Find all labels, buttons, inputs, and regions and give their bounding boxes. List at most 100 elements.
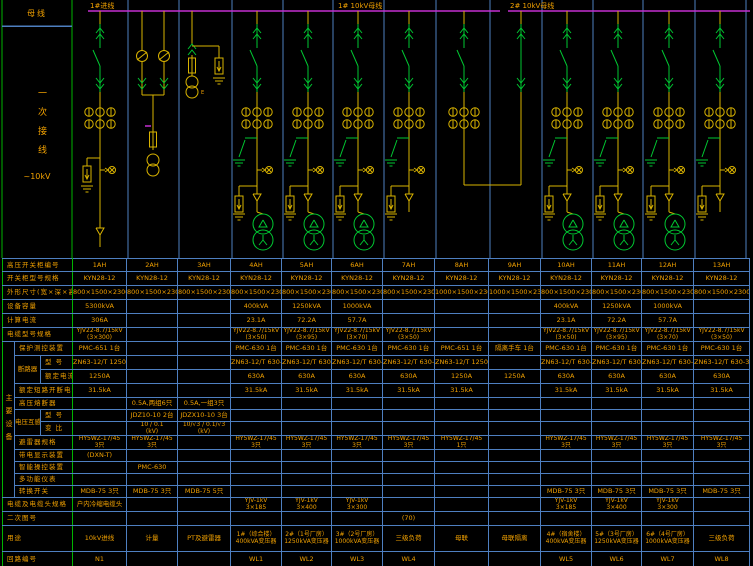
cable-arrow-icon [253, 194, 261, 201]
table-cell: ZN63-12/T 630-31.5 [642, 356, 694, 370]
table-cell: 800×1500×2300 [282, 286, 332, 300]
table-cell: MDB-75 3只 [642, 486, 694, 498]
table-cell [73, 398, 127, 410]
table-cell: ZN63-12/T 630-31.5 [694, 356, 750, 370]
ground-icon [696, 160, 708, 166]
table-cell: 10 / 0.1(kV) [127, 422, 178, 436]
row-label: 转换开关 [15, 486, 73, 498]
table-cell [435, 314, 489, 328]
table-cell: KYN28-12 [73, 272, 127, 286]
ground-icon [233, 214, 245, 220]
table-cell [642, 450, 694, 462]
voltage-indicator-icon [358, 167, 374, 174]
table-cell: 23.1A [541, 314, 592, 328]
table-cell [178, 498, 231, 512]
table-cell: ZN63-12/T 630-31.5 [592, 356, 642, 370]
spec-table: 高压开关柜编号1AH2AH3AH4AH5AH6AH7AH8AH9AH10AH11… [2, 258, 750, 566]
row-label: 计算电流 [3, 314, 73, 328]
table-cell: 57.7A [332, 314, 383, 328]
table-cell [383, 450, 435, 462]
earthing-switch-icon [239, 138, 257, 157]
table-cell: YJV-1kV3×185 [541, 498, 592, 512]
row-label: 带电显示装置 [15, 450, 73, 462]
table-cell [178, 384, 231, 398]
table-cell: HY5WZ-17/453只 [127, 436, 178, 450]
table-cell: 630A [332, 370, 383, 384]
voltage-indicator-icon [669, 167, 685, 174]
table-cell [694, 498, 750, 512]
table-cell [642, 474, 694, 486]
pt-icon [186, 76, 198, 98]
voltage-indicator-icon [257, 167, 273, 174]
ground-icon [543, 214, 555, 220]
table-cell: YJV22-8.7/15kV(3×70) [332, 328, 383, 342]
table-cell [435, 462, 489, 474]
table-cell: 3AH [178, 259, 231, 272]
table-cell: 1AH [73, 259, 127, 272]
table-cell: 31.5kA [73, 384, 127, 398]
table-cell [642, 398, 694, 410]
ground-icon [385, 160, 397, 166]
table-cell: HY5WZ-17/451只 [435, 436, 489, 450]
cable-arrow-icon [665, 194, 673, 201]
arrester-icon [647, 196, 655, 212]
table-cell [642, 512, 694, 526]
table-cell: YJV-1kV3×400 [592, 498, 642, 512]
table-cell: (70) [383, 512, 435, 526]
arrester-icon [545, 196, 553, 212]
table-cell: 5#（3号厂房）1250kVA变压器 [592, 526, 642, 552]
bay-12-feeder-tx [645, 11, 685, 250]
table-cell [694, 398, 750, 410]
table-cell [489, 410, 541, 422]
table-cell [435, 450, 489, 462]
table-cell: 800×1500×2300 [642, 286, 694, 300]
table-cell [127, 498, 178, 512]
table-cell [127, 300, 178, 314]
table-cell: 4#（宿舍楼）400kVA变压器 [541, 526, 592, 552]
table-cell: PMC-630 1台 [592, 342, 642, 356]
table-cell: 23.1A [231, 314, 282, 328]
table-cell: 630A [282, 370, 332, 384]
table-cell: 72.2A [592, 314, 642, 328]
table-cell: ZN63-12/T 1250-31.5 [73, 356, 127, 370]
table-cell: WL1 [231, 552, 282, 566]
table-cell: 母联隔离 [489, 526, 541, 552]
table-cell: 1250kVA [592, 300, 642, 314]
table-cell [332, 422, 383, 436]
table-cell: KYN28-12 [592, 272, 642, 286]
table-cell [383, 410, 435, 422]
table-cell [332, 398, 383, 410]
cable-arrow-icon [614, 194, 622, 201]
table-cell [383, 422, 435, 436]
table-cell [642, 462, 694, 474]
ct-icon [552, 120, 582, 128]
ct-icon [705, 120, 735, 128]
arrester-icon [698, 196, 706, 212]
table-cell [541, 398, 592, 410]
table-cell [73, 410, 127, 422]
pt-icon [147, 154, 159, 176]
row-label: 回路编号 [3, 552, 73, 566]
table-cell: 9AH [489, 259, 541, 272]
table-cell [541, 410, 592, 422]
ct-icon [654, 120, 684, 128]
fuse-icon [150, 129, 157, 150]
table-cell: HY5WZ-17/453只 [694, 436, 750, 450]
earthing-switch-icon [340, 138, 358, 157]
table-cell [178, 314, 231, 328]
table-cell: 6#（4号厂房）1000kVA变压器 [642, 526, 694, 552]
table-cell [489, 422, 541, 436]
ground-icon [334, 160, 346, 166]
ground-icon [284, 214, 296, 220]
table-cell: 三级负荷 [383, 526, 435, 552]
transformer-icon [304, 214, 324, 250]
table-cell: 1000×1500×2300 [435, 286, 489, 300]
ground-icon [594, 160, 606, 166]
table-cell: KYN28-12 [541, 272, 592, 286]
table-cell: PMC-651 1台 [435, 342, 489, 356]
ground-icon [213, 78, 225, 84]
table-cell [282, 398, 332, 410]
table-cell: 630A [383, 370, 435, 384]
ct-icon [603, 120, 633, 128]
corner-label: 母线 [2, 0, 72, 27]
